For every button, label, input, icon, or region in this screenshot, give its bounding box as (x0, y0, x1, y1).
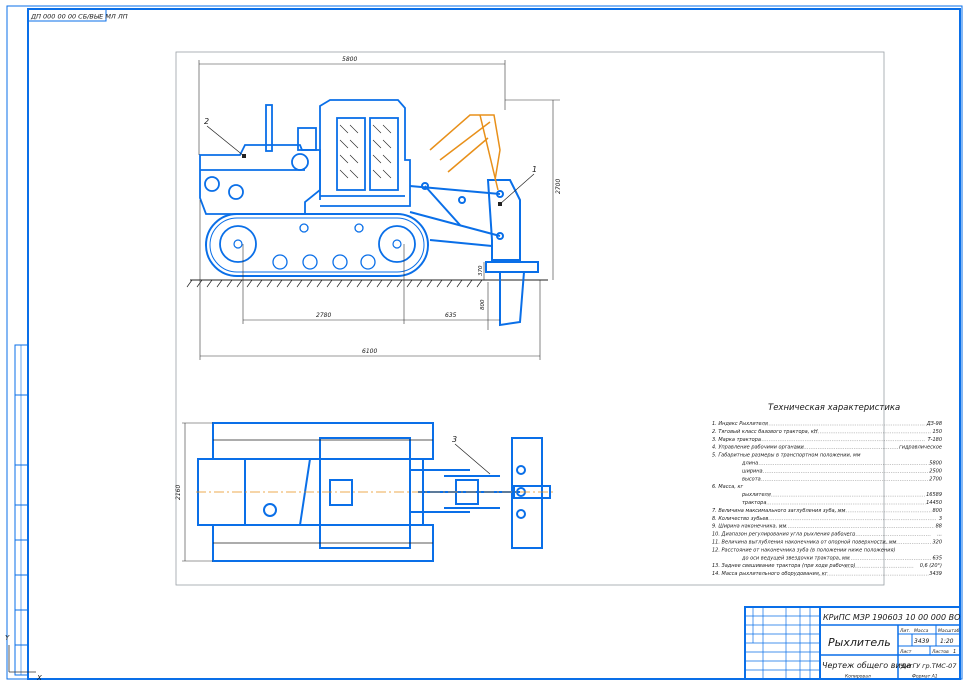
tech-row-label: до оси ведущей звездочки трактора, мм (741, 555, 850, 561)
inner-frame (27, 8, 961, 680)
tech-row-value: 3439 (929, 571, 942, 577)
tech-row-label: длина (741, 461, 758, 467)
tech-row-label: 10. Диапазон регулирования угла рыхления… (712, 532, 855, 538)
tech-rows: 1. Индекс Рыхлителя ДЗ-98 2. Тяговый класс… (712, 421, 942, 577)
drawing-sheet: ДП 000 00 00 СБ/ВЫЕ МЛ ЛП 2 1 5800 2700 … (5, 5, 963, 682)
tech-row-label: 13. Заднее свешивание трактора (при ходе… (712, 563, 856, 569)
tech-row-value: 800 (932, 508, 942, 514)
tech-row-label: 3. Марка трактора (712, 437, 761, 443)
tech-row-value: 320 (932, 540, 942, 546)
stamp-litera-label: Лит. (899, 628, 910, 634)
dim-plan-width: 2160 (175, 485, 182, 500)
axis-x-label: X (36, 674, 42, 682)
tech-row-label: 14. Масса рыхлительного оборудования, кг (712, 571, 828, 577)
tech-row-value: 635 (932, 555, 942, 561)
stamp-title: Рыхлитель (828, 636, 891, 649)
corner-code: ДП 000 00 00 СБ/ВЫЕ МЛ ЛП (30, 13, 128, 21)
dim-ripper-offset: 635 (445, 312, 457, 319)
stamp-sheet-label: Лист (899, 649, 912, 655)
tech-row-value: ДЗ-98 (926, 421, 942, 427)
tech-row-value: Т-180 (928, 437, 942, 443)
callout-1: 1 (532, 165, 537, 174)
ripper-raised-position (429, 114, 501, 191)
stamp-copy-label: Копировал (845, 674, 871, 680)
dim-track-base: 2780 (316, 312, 331, 319)
stamp-sheets-value: 1 (953, 649, 956, 655)
tech-row-value: 16589 (926, 492, 942, 498)
stamp-mass-label: Масса (914, 628, 929, 634)
stamp-scale-value: 1:20 (940, 638, 954, 645)
stamp-doc-code: КРиПС МЗР 190603 10 00 000 ВО (823, 613, 960, 622)
tech-row-label: 7. Величина максимального заглубления зу… (712, 508, 846, 514)
tech-row-label: ширина (742, 468, 763, 474)
tech-row-value: 0,6 (20°) (920, 563, 942, 569)
stamp-sheets-label: Листов (931, 649, 949, 655)
stamp-subtitle: Чертеж общего вида (822, 661, 911, 670)
tech-row-label: высота (742, 476, 761, 482)
axis-y-label: Y (5, 634, 10, 642)
plan-view: 2160 3 (175, 422, 555, 562)
tech-row-label: рыхлителя (741, 492, 771, 498)
tech-row-value: ... (937, 532, 942, 538)
tech-row-label: 4. Управление рабочими органами (712, 445, 805, 451)
view-area-border (175, 51, 885, 586)
ground-hatch (186, 279, 483, 288)
dim-ground-gap: 370 (478, 265, 484, 276)
tech-row-label: 2. Тяговый класс базового трактора, кН (712, 429, 818, 435)
tech-row-label: 1. Индекс Рыхлителя (712, 421, 768, 427)
tech-row-value: гидравлическое (899, 445, 942, 451)
tech-row-value: 2500 (929, 468, 942, 474)
tech-spec: Техническая характеристика 1. Индекс Рых… (712, 403, 942, 577)
tech-row-label: 9. Ширина наконечника, мм (712, 524, 787, 530)
tech-row-value: 88 (936, 524, 942, 530)
tech-row-label: 12. Расстояние от наконечника зуба (в по… (712, 547, 895, 553)
tech-title: Техническая характеристика (768, 403, 900, 413)
tech-row-value: 2700 (929, 476, 942, 482)
tech-row-value: 150 (932, 429, 942, 435)
dim-total-length: 6100 (362, 348, 377, 355)
dim-top-length: 5800 (342, 56, 357, 63)
outer-frame (6, 5, 963, 680)
dim-height: 2700 (555, 179, 562, 194)
callout-2: 2 (204, 117, 209, 126)
tech-row-value: 14450 (926, 500, 942, 506)
tech-row-label: 8. Количество зубьев (712, 516, 768, 522)
tech-row-value: 3 (939, 516, 942, 522)
tech-row-label: трактора (742, 500, 766, 506)
stamp-format-label: Формат А1 (912, 674, 938, 680)
dim-depth: 800 (480, 299, 486, 310)
tech-row-label: 5. Габаритные размеры в транспортном пол… (712, 453, 861, 459)
tech-row-label: 6. Масса, кг (712, 484, 743, 490)
callout-3: 3 (452, 435, 457, 444)
stamp-scale-label: Масштаб (938, 628, 960, 634)
tech-row-value: 5800 (929, 461, 942, 467)
left-side-stamp (14, 344, 29, 676)
stamp-mass-value: 3439 (914, 638, 929, 645)
tech-row-label: 11. Величина выглубления наконечника от … (712, 540, 897, 546)
stamp-org: ЧитГУ гр.ТМС-07 (900, 662, 957, 670)
side-view: 2 1 5800 2700 370 800 2780 635 6100 (186, 56, 562, 360)
title-block: КРиПС МЗР 190603 10 00 000 ВО Рыхлитель … (744, 606, 961, 680)
